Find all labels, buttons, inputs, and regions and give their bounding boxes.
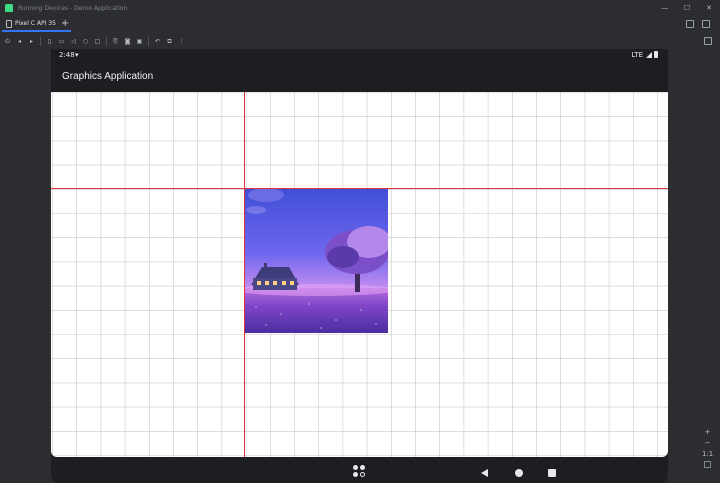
android-icon xyxy=(5,4,13,12)
back-icon[interactable]: ◁ xyxy=(69,37,78,46)
overview-icon[interactable]: □ xyxy=(93,37,102,46)
rotate-right-icon[interactable]: ▭ xyxy=(57,37,66,46)
zoom-controls: + − 1:1 xyxy=(701,428,714,468)
zoom-actual-size-button[interactable]: 1:1 xyxy=(702,450,713,459)
landscape-image xyxy=(244,188,388,333)
window-controls: — ☐ ✕ xyxy=(654,0,720,16)
settings-icon[interactable] xyxy=(704,37,712,45)
panel-options xyxy=(686,20,710,28)
window-title: Running Devices - Demo Application xyxy=(18,4,128,12)
more-icon[interactable]: ⋮ xyxy=(177,37,186,46)
tabs-row: Pixel C API 35 × + xyxy=(0,16,720,33)
device-icon xyxy=(6,19,12,28)
network-type: LTE xyxy=(631,51,643,59)
maximize-button[interactable]: ☐ xyxy=(676,0,698,16)
battery-icon xyxy=(654,51,658,58)
toolbar-divider xyxy=(148,36,149,46)
home-icon[interactable]: ○ xyxy=(81,37,90,46)
status-time: 2:48 xyxy=(59,51,75,59)
signal-icon xyxy=(646,52,652,58)
zoom-in-button[interactable]: + xyxy=(702,428,713,437)
record-icon[interactable]: ▣ xyxy=(135,37,144,46)
device-screen: 2:48 ▾ LTE Graphics Application xyxy=(51,49,668,483)
toolbar-divider xyxy=(106,36,107,46)
add-tab-button[interactable]: + xyxy=(61,18,69,29)
minimize-button[interactable]: — xyxy=(654,0,676,16)
layout-icon[interactable] xyxy=(686,20,694,28)
rotate-left-icon[interactable]: ▯ xyxy=(45,37,54,46)
app-drawer-icon[interactable] xyxy=(353,465,367,479)
device-toolbar: ⏻ ◂ ▸ ▯ ▭ ◁ ○ □ ⎘ ◙ ▣ ↶ ⧉ ⋮ xyxy=(0,33,720,49)
status-bar: 2:48 ▾ LTE xyxy=(51,49,668,63)
volume-up-icon[interactable]: ▸ xyxy=(27,37,36,46)
camera-icon[interactable]: ◙ xyxy=(123,37,132,46)
window-title-bar: Running Devices - Demo Application — ☐ ✕ xyxy=(0,0,720,16)
zoom-out-button[interactable]: − xyxy=(702,439,713,448)
volume-down-icon[interactable]: ◂ xyxy=(15,37,24,46)
notification-icon: ▾ xyxy=(75,51,79,59)
close-button[interactable]: ✕ xyxy=(698,0,720,16)
nav-back-button[interactable] xyxy=(481,469,488,477)
drawing-canvas[interactable] xyxy=(51,92,668,457)
app-title: Graphics Application xyxy=(62,71,154,82)
navigation-bar xyxy=(51,457,668,483)
power-icon[interactable]: ⏻ xyxy=(3,37,12,46)
zoom-fit-icon[interactable] xyxy=(704,461,711,468)
nav-recents-button[interactable] xyxy=(548,469,556,477)
toolbar-divider xyxy=(40,36,41,46)
canvas-svg xyxy=(51,92,668,457)
nav-home-button[interactable] xyxy=(515,469,523,477)
undo-icon[interactable]: ↶ xyxy=(153,37,162,46)
snapshot-icon[interactable]: ⧉ xyxy=(165,37,174,46)
minimize-panel-icon[interactable] xyxy=(702,20,710,28)
app-bar: Graphics Application xyxy=(51,63,668,92)
tab-label: Pixel C API 35 xyxy=(15,20,56,27)
screenshot-icon[interactable]: ⎘ xyxy=(111,37,120,46)
